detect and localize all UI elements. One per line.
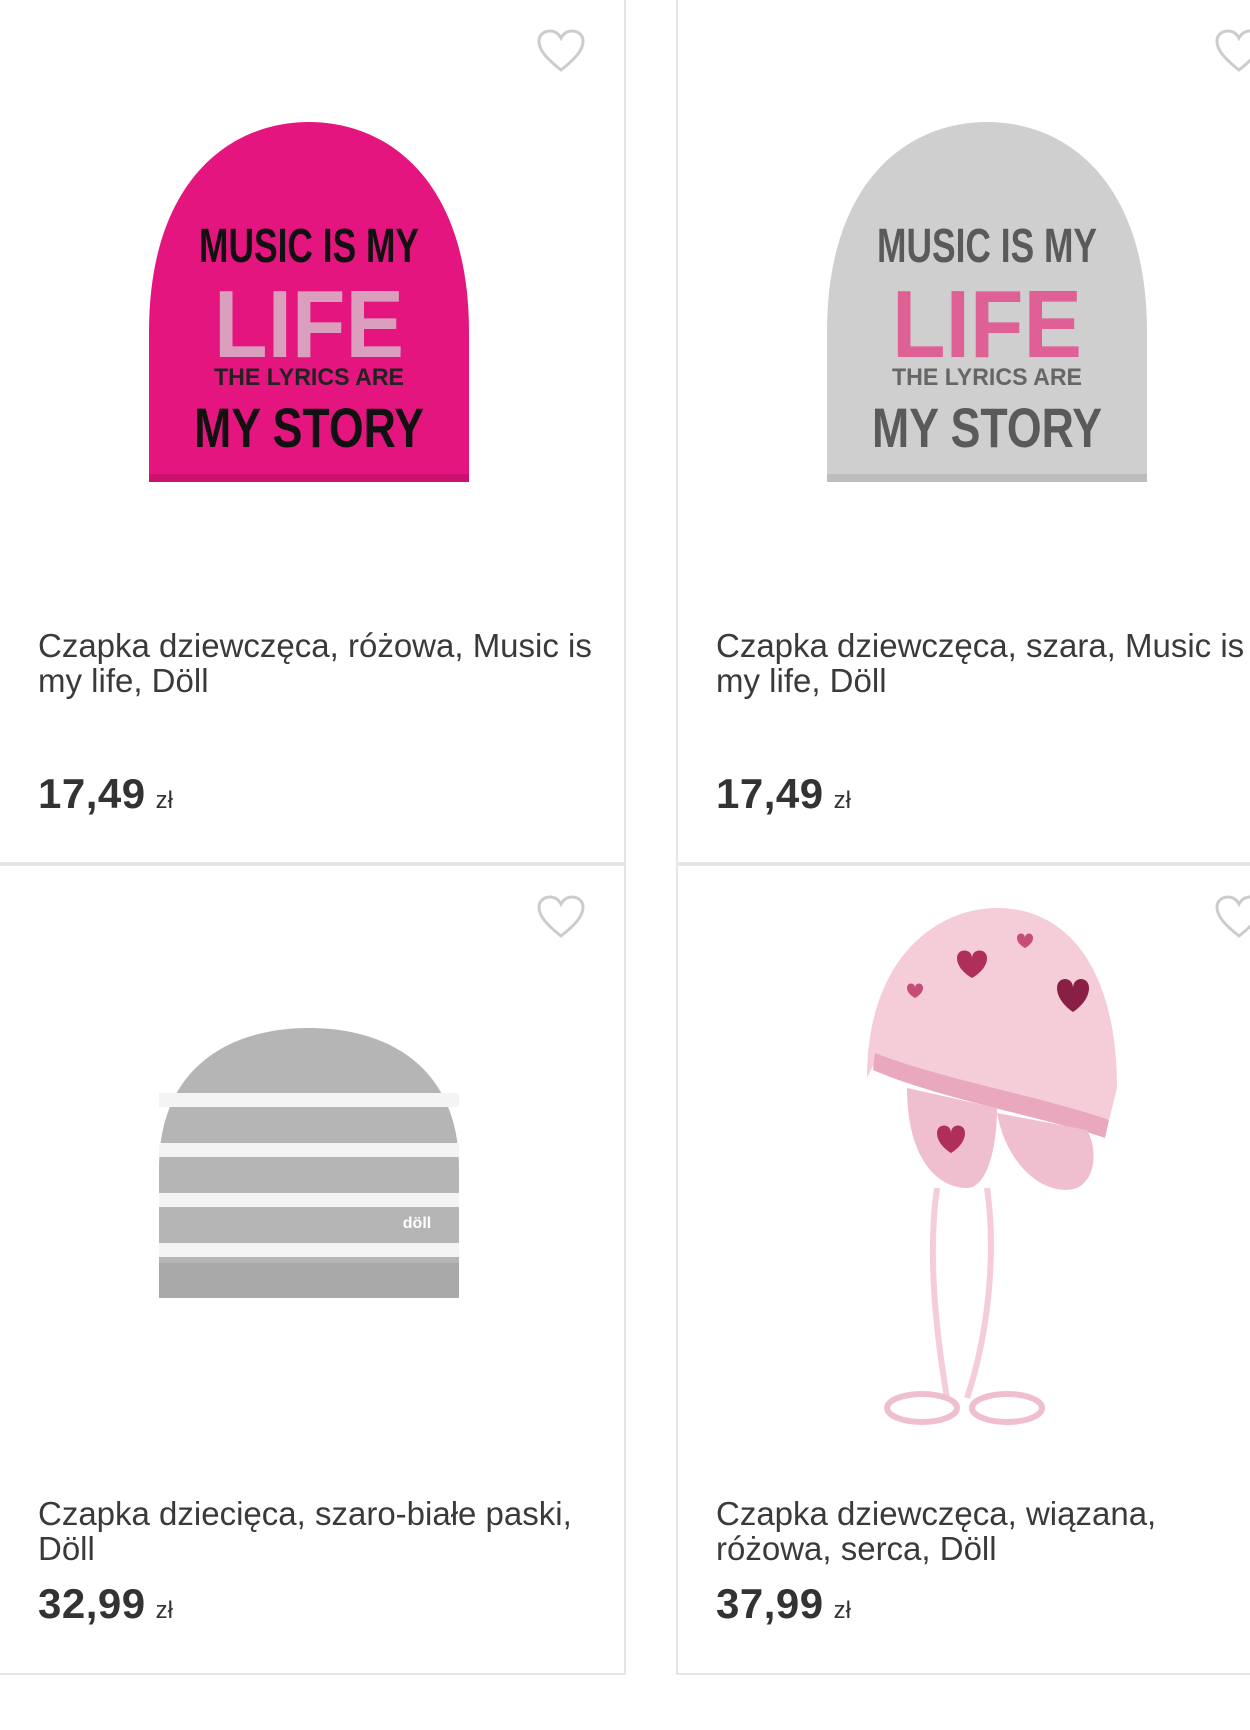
price-currency: zł	[155, 1597, 173, 1624]
product-title[interactable]: Czapka dziecięca, szaro-białe paski, Döl…	[38, 1496, 598, 1566]
print-line-2: LIFE	[214, 271, 404, 378]
print-line-4: MY STORY	[194, 396, 424, 459]
product-card[interactable]: MUSIC IS MY LIFE THE LYRICS ARE MY STORY…	[676, 0, 1250, 864]
print-line-2: LIFE	[892, 271, 1082, 378]
product-card[interactable]: MUSIC IS MY LIFE THE LYRICS ARE MY STORY…	[0, 0, 626, 864]
print-line-4: MY STORY	[872, 396, 1102, 459]
price-amount: 17,49	[716, 770, 824, 817]
price-currency: zł	[833, 1597, 851, 1624]
product-price: 37,99 zł	[716, 1580, 851, 1628]
price-amount: 37,99	[716, 1580, 824, 1627]
product-price: 17,49 zł	[716, 770, 851, 818]
price-currency: zł	[833, 787, 851, 814]
product-price: 17,49 zł	[38, 770, 173, 818]
product-card[interactable]: Czapka dziewczęca, wiązana, różowa, serc…	[676, 864, 1250, 1675]
product-image[interactable]	[722, 878, 1250, 1458]
print-line-1: MUSIC IS MY	[877, 220, 1097, 273]
price-amount: 17,49	[38, 770, 146, 817]
product-image[interactable]: döll	[44, 878, 574, 1458]
price-amount: 32,99	[38, 1580, 146, 1627]
product-title[interactable]: Czapka dziewczęca, różowa, Music is my l…	[38, 628, 598, 698]
brand-label: döll	[403, 1215, 431, 1232]
product-card[interactable]: döll Czapka dziecięca, szaro-białe paski…	[0, 864, 626, 1675]
price-currency: zł	[155, 787, 173, 814]
print-line-3: THE LYRICS ARE	[892, 364, 1082, 391]
print-line-1: MUSIC IS MY	[199, 220, 419, 273]
product-title[interactable]: Czapka dziewczęca, szara, Music is my li…	[716, 628, 1250, 698]
product-title[interactable]: Czapka dziewczęca, wiązana, różowa, serc…	[716, 1496, 1250, 1566]
product-price: 32,99 zł	[38, 1580, 173, 1628]
product-image[interactable]: MUSIC IS MY LIFE THE LYRICS ARE MY STORY	[44, 12, 574, 612]
product-image[interactable]: MUSIC IS MY LIFE THE LYRICS ARE MY STORY	[722, 12, 1250, 612]
print-line-3: THE LYRICS ARE	[214, 364, 404, 391]
